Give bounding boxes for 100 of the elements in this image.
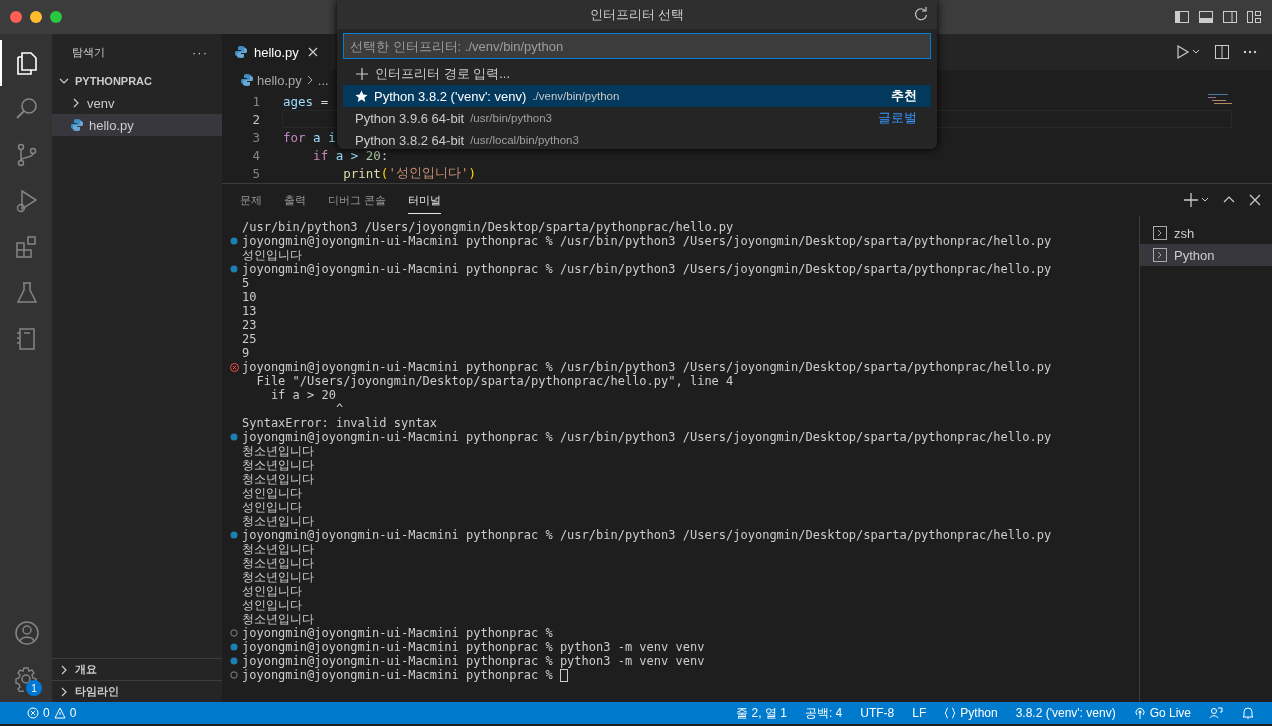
feedback-icon[interactable] xyxy=(1209,706,1223,720)
terminal-line: joyongmin@joyongmin-ui-Macmini pythonprac % python3 -m venv venv xyxy=(242,640,705,654)
settings-icon[interactable] xyxy=(13,666,39,692)
run-icon[interactable] xyxy=(1176,44,1202,60)
terminal-line: 성인입니다 xyxy=(242,486,302,500)
terminal-line: 23 xyxy=(242,318,257,332)
terminal-line: 성인입니다 xyxy=(242,584,302,598)
files-icon[interactable] xyxy=(14,50,40,76)
braces-icon xyxy=(944,707,957,719)
terminal-icon xyxy=(1152,247,1168,263)
status-item[interactable]: 줄 2, 열 1 xyxy=(727,704,796,722)
terminal-line: 청소년입니다 xyxy=(242,514,314,528)
code-line: for a i xyxy=(282,128,337,146)
terminal-line: joyongmin@joyongmin-ui-Macmini pythonprac % xyxy=(242,626,553,640)
go-live-button[interactable]: Go Live xyxy=(1124,706,1200,720)
breadcrumb-item[interactable]: ... xyxy=(317,72,329,88)
terminal-line: /usr/bin/python3 /Users/joyongmin/Desktop/sparta/pythonprac/hello.py xyxy=(242,220,734,234)
window-control[interactable] xyxy=(50,11,62,23)
terminal-line: 청소년입니다 xyxy=(242,458,314,472)
broadcast-icon xyxy=(1133,707,1146,719)
success-dot-icon[interactable] xyxy=(230,643,238,651)
status-item[interactable]: 3.8.2 ('venv': venv) xyxy=(1006,706,1125,720)
notification-badge: 1 xyxy=(26,680,42,696)
terminal-line: 성인입니다 xyxy=(242,598,302,612)
success-dot-icon[interactable] xyxy=(230,433,238,441)
minimap-drawing xyxy=(1208,94,1232,104)
interpreter-option[interactable]: Python 3.8.2 ('venv': venv) ./venv/bin/python 추천 xyxy=(343,85,931,107)
terminal-line: 청소년입니다 xyxy=(242,612,314,626)
more-actions-button[interactable]: ··· xyxy=(192,44,208,60)
terminal-line: joyongmin@joyongmin-ui-Macmini pythonprac % /usr/bin/python3 /Users/joyongmin/Desktop/sparta/pythonprac/hello.py xyxy=(242,430,1052,444)
refresh-icon[interactable] xyxy=(913,6,929,22)
interpreter-search-field[interactable]: 선택한 인터프리터: ./venv/bin/python xyxy=(343,33,931,59)
layout-grid-icon[interactable] xyxy=(1246,9,1262,25)
terminal-line: joyongmin@joyongmin-ui-Macmini pythonprac % python3 -m venv venv xyxy=(242,654,705,668)
terminal-line: 청소년입니다 xyxy=(242,444,314,458)
window-control[interactable] xyxy=(30,11,42,23)
python-file-icon xyxy=(234,45,248,59)
terminal-line: 10 xyxy=(242,290,257,304)
section-header[interactable]: 개요 xyxy=(52,658,222,680)
panel-layout-icon[interactable] xyxy=(1198,9,1214,25)
status-item[interactable]: UTF-8 xyxy=(851,706,904,720)
success-dot-icon[interactable] xyxy=(230,265,238,273)
split-editor-icon[interactable] xyxy=(1214,44,1230,60)
python-file-icon xyxy=(70,118,84,132)
interpreter-option[interactable]: Python 3.9.6 64-bit /usr/bin/python3 글로벌 xyxy=(343,107,931,129)
bell-icon[interactable] xyxy=(1241,706,1255,720)
interpreter-option[interactable]: 인터프리터 경로 입력... xyxy=(343,63,931,85)
terminal-line: joyongmin@joyongmin-ui-Macmini pythonprac % /usr/bin/python3 /Users/joyongmin/Desktop/sparta/pythonprac/hello.py xyxy=(242,528,1052,542)
error-icon[interactable] xyxy=(230,362,239,372)
panel-tab[interactable]: 터미널 xyxy=(408,186,442,214)
terminal-line: SyntaxError: invalid syntax xyxy=(242,416,438,430)
error-icon xyxy=(27,707,39,719)
empty-circle-icon[interactable] xyxy=(230,671,238,679)
terminal-line: 25 xyxy=(242,332,257,346)
panel-tab[interactable]: 문제 xyxy=(240,186,262,214)
success-dot-icon[interactable] xyxy=(230,237,238,245)
code-line: print('성인입니다') xyxy=(342,164,477,182)
terminal-line: 청소년입니다 xyxy=(242,472,314,486)
split-layout-icon[interactable] xyxy=(1222,9,1238,25)
language-mode[interactable]: Python xyxy=(935,706,1007,720)
terminal-line: 청소년입니다 xyxy=(242,542,314,556)
terminal-line: 청소년입니다 xyxy=(242,570,314,584)
terminal-line: joyongmin@joyongmin-ui-Macmini pythonprac % /usr/bin/python3 /Users/joyongmin/Desktop/sparta/pythonprac/hello.py xyxy=(242,360,1052,374)
problems-indicator[interactable]: 0 0 xyxy=(18,706,86,720)
close-icon[interactable] xyxy=(1248,193,1262,207)
status-item[interactable]: LF xyxy=(903,706,936,720)
sidebar-title: 탐색기 xyxy=(72,44,105,60)
flask-icon[interactable] xyxy=(14,280,40,306)
tree-item[interactable]: venv xyxy=(52,92,222,114)
line-number: 2 xyxy=(251,111,261,127)
account-icon[interactable] xyxy=(14,620,40,646)
plus-icon xyxy=(355,67,369,81)
terminal-line: joyongmin@joyongmin-ui-Macmini pythonprac % xyxy=(242,668,553,682)
empty-circle-icon[interactable] xyxy=(230,629,238,637)
editor-tab[interactable]: hello.py xyxy=(222,34,331,70)
terminal-line: if a > 20 xyxy=(269,388,336,402)
terminal-list-item[interactable]: zsh xyxy=(1140,222,1272,244)
line-number: 1 xyxy=(251,93,261,109)
line-number: 3 xyxy=(251,129,261,145)
tree-item[interactable]: PYTHONPRAC xyxy=(52,70,222,92)
run-debug-icon[interactable] xyxy=(14,188,40,214)
panel-tab[interactable]: 출력 xyxy=(284,186,306,214)
success-dot-icon[interactable] xyxy=(230,531,238,539)
terminal-icon xyxy=(1152,225,1168,241)
tree-item[interactable]: hello.py xyxy=(52,114,222,136)
window-control[interactable] xyxy=(10,11,22,23)
new-terminal-icon[interactable] xyxy=(1184,192,1210,208)
panel-tab[interactable]: 디버그 콘솔 xyxy=(328,186,387,214)
terminal-line: 성인입니다 xyxy=(242,248,302,262)
success-dot-icon[interactable] xyxy=(230,657,238,665)
warning-icon xyxy=(53,707,66,719)
terminal-list-item[interactable]: Python xyxy=(1140,244,1272,266)
sidebar-layout-icon[interactable] xyxy=(1174,9,1190,25)
breadcrumb-item[interactable]: hello.py xyxy=(257,72,302,88)
python-file-icon xyxy=(240,73,254,87)
status-item[interactable]: 공백: 4 xyxy=(795,704,852,722)
code-line: ages = xyxy=(282,92,330,110)
terminal-line: 9 xyxy=(242,346,250,360)
quick-pick-title: 인터프리터 선택 xyxy=(589,5,685,24)
terminal-line: 13 xyxy=(242,304,257,318)
